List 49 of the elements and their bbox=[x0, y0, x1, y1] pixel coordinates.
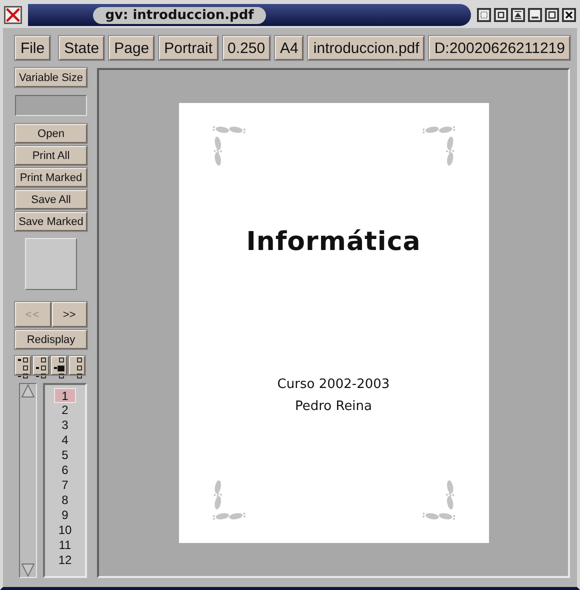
page-number[interactable]: 8 bbox=[54, 493, 76, 508]
page-number[interactable]: 3 bbox=[54, 418, 76, 433]
footprints-drawing bbox=[422, 480, 455, 520]
toolbar-button[interactable]: D:20020626211219 bbox=[429, 36, 570, 60]
window-title: gv: introduccion.pdf bbox=[93, 6, 266, 24]
page-number[interactable]: 7 bbox=[54, 478, 76, 493]
variable-size-button[interactable]: Variable Size bbox=[15, 68, 87, 87]
action-button[interactable]: Save Marked bbox=[15, 212, 87, 231]
page-number[interactable]: 11 bbox=[54, 538, 76, 553]
toolbar-button[interactable]: State bbox=[59, 36, 104, 60]
document-viewport[interactable]: Informática Curso 2002-2003 Pedro Reina bbox=[97, 68, 570, 578]
next-page-button[interactable]: >> bbox=[52, 302, 87, 327]
scroll-down-icon[interactable] bbox=[21, 563, 35, 577]
shade-icon[interactable] bbox=[494, 8, 508, 22]
file-menu-button[interactable]: File bbox=[15, 36, 50, 60]
page-number[interactable]: 12 bbox=[54, 553, 76, 568]
page-number[interactable]: 5 bbox=[54, 448, 76, 463]
footprints-drawing bbox=[212, 126, 245, 166]
toolbar-button[interactable]: A4 bbox=[275, 36, 304, 60]
toolbar-button[interactable]: Page bbox=[109, 36, 154, 60]
action-button[interactable]: Print Marked bbox=[15, 168, 87, 187]
action-button[interactable]: Print All bbox=[15, 146, 87, 165]
footprints-drawing bbox=[422, 126, 455, 166]
document-title: Informática bbox=[246, 227, 421, 257]
minimize-icon[interactable] bbox=[528, 8, 542, 22]
status-field bbox=[15, 95, 87, 116]
document-subtitle: Curso 2002-2003 bbox=[277, 377, 390, 392]
close-icon[interactable] bbox=[562, 8, 576, 22]
page-preview-panel[interactable] bbox=[25, 238, 77, 290]
redisplay-button[interactable]: Redisplay bbox=[15, 330, 87, 349]
footprints-drawing bbox=[212, 480, 245, 520]
document-author: Pedro Reina bbox=[294, 399, 372, 414]
menu-icon[interactable] bbox=[477, 8, 491, 22]
app-icon[interactable] bbox=[4, 6, 22, 24]
page-number[interactable]: 6 bbox=[54, 463, 76, 478]
stick-icon[interactable] bbox=[511, 8, 525, 22]
page-number[interactable]: 9 bbox=[54, 508, 76, 523]
toolbar-button[interactable]: introduccion.pdf bbox=[308, 36, 424, 60]
page-number[interactable]: 4 bbox=[54, 433, 76, 448]
scroll-bar[interactable] bbox=[19, 383, 37, 578]
page-number[interactable]: 2 bbox=[54, 403, 76, 418]
maximize-icon[interactable] bbox=[545, 8, 559, 22]
action-button[interactable]: Open bbox=[15, 124, 87, 143]
page-number[interactable]: 1 bbox=[54, 388, 76, 403]
scroll-up-icon[interactable] bbox=[21, 384, 35, 398]
page-number[interactable]: 10 bbox=[54, 523, 76, 538]
toolbar-button[interactable]: Portrait bbox=[159, 36, 218, 60]
toolbar-button[interactable]: 0.250 bbox=[222, 36, 270, 60]
action-button[interactable]: Save All bbox=[15, 190, 87, 209]
